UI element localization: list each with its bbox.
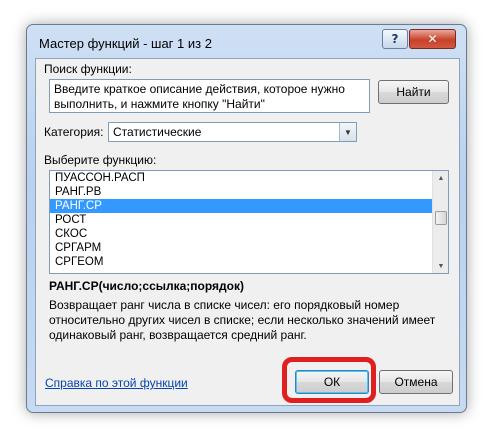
title-bar[interactable]: Мастер функций - шаг 1 из 2 ? ✕ [27,25,466,57]
function-listbox[interactable]: ПУАССОН.РАСП РАНГ.РВ РАНГ.СР РОСТ СКОС С… [49,170,449,274]
dialog-body: Поиск функции: Введите краткое описание … [35,58,460,406]
list-item-selected[interactable]: РАНГ.СР [50,199,432,213]
category-label: Категория: [44,125,104,139]
scroll-thumb[interactable] [435,211,447,225]
close-icon[interactable]: ✕ [409,29,456,49]
list-item[interactable]: СКОС [50,227,432,241]
function-wizard-dialog: Мастер функций - шаг 1 из 2 ? ✕ Поиск фу… [26,24,467,413]
find-button[interactable]: Найти [378,80,449,104]
ok-button-highlight [282,357,376,403]
dialog-title: Мастер функций - шаг 1 из 2 [39,36,212,51]
list-item[interactable]: СРГАРМ [50,241,432,255]
category-select[interactable]: Статистические ▼ [108,122,357,142]
scroll-up-icon[interactable]: ▲ [433,171,448,185]
list-item[interactable]: РАНГ.РВ [50,185,432,199]
chevron-down-icon[interactable]: ▼ [339,123,356,141]
search-label-text: Поиск функции: [44,62,132,76]
list-item[interactable]: РОСТ [50,213,432,227]
search-input[interactable]: Введите краткое описание действия, котор… [49,79,370,113]
scroll-down-icon[interactable]: ▼ [433,259,448,273]
category-selected-value: Статистические [113,125,202,139]
list-item[interactable]: СРГЕОМ [50,255,432,269]
help-link[interactable]: Справка по этой функции [45,376,188,390]
function-list-label: Выберите функцию: [44,153,157,167]
help-icon[interactable]: ? [382,29,408,49]
function-description: Возвращает ранг числа в списке чисел: ег… [49,298,436,342]
cancel-button[interactable]: Отмена [379,370,453,394]
function-syntax: РАНГ.СР(число;ссылка;порядок) [49,279,244,293]
list-scrollbar[interactable]: ▲ ▼ [432,171,448,273]
search-label: Поиск функции: [44,62,132,76]
list-item[interactable]: ПУАССОН.РАСП [50,171,432,185]
